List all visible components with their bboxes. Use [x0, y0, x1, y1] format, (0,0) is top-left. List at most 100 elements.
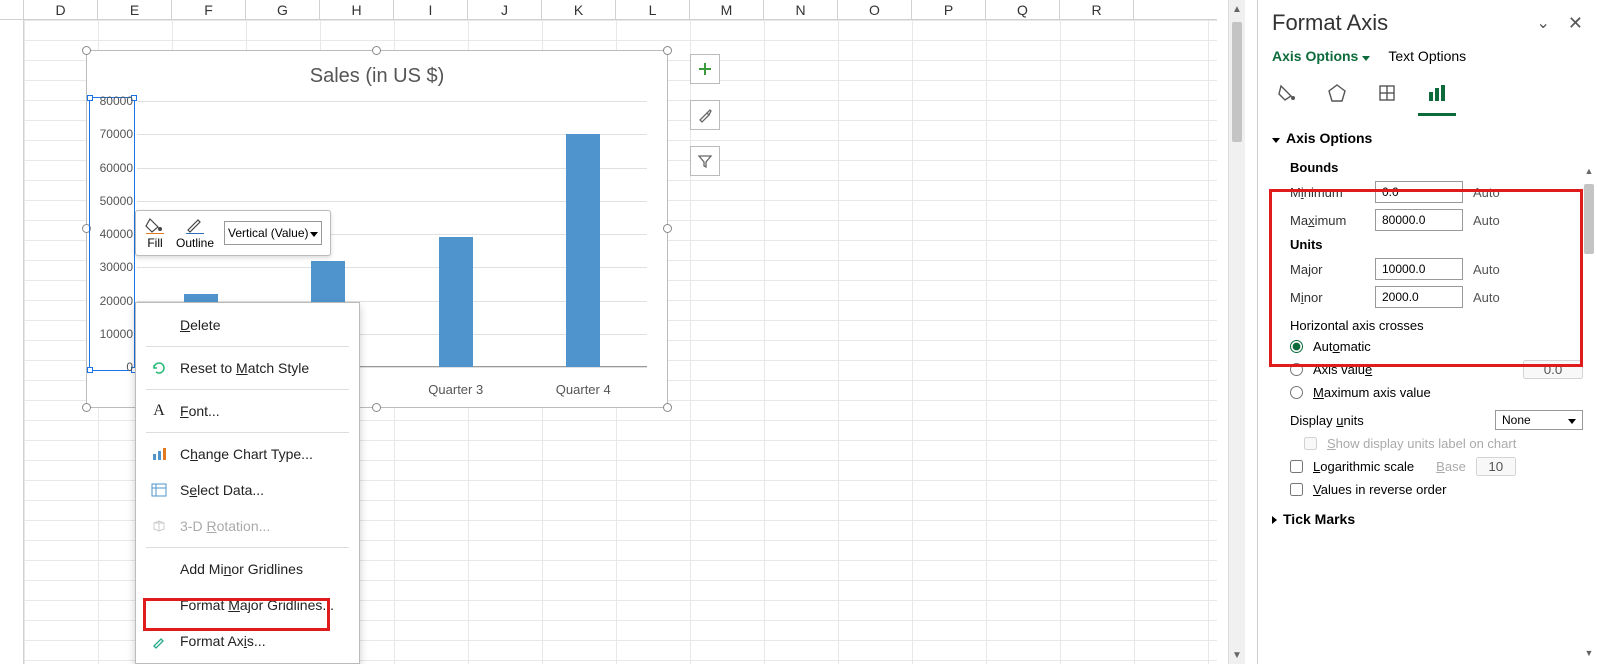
chevron-right-icon	[1272, 511, 1277, 527]
y-tick-label: 50000	[89, 194, 133, 208]
resize-handle[interactable]	[82, 46, 91, 55]
col-header[interactable]: Q	[986, 0, 1060, 19]
ctx-separator	[146, 389, 349, 390]
col-header[interactable]: F	[172, 0, 246, 19]
ctx-add-minor-gridlines[interactable]: Add Minor Gridlines	[136, 551, 359, 587]
tick-marks-section-toggle[interactable]: Tick Marks	[1272, 511, 1583, 527]
y-tick-label: 10000	[89, 327, 133, 341]
outline-button[interactable]: Outline	[176, 216, 214, 250]
collapse-pane-icon[interactable]: ⌄	[1537, 13, 1550, 34]
reset-icon	[150, 359, 168, 377]
col-header[interactable]: O	[838, 0, 912, 19]
row-header-spacer	[0, 0, 24, 19]
resize-handle[interactable]	[663, 403, 672, 412]
logarithmic-scale-checkbox[interactable]	[1290, 460, 1303, 473]
axis-selector-dropdown[interactable]: Vertical (Value)	[224, 221, 322, 245]
ctx-separator	[146, 432, 349, 433]
col-header[interactable]: N	[764, 0, 838, 19]
pane-scroll-thumb[interactable]	[1584, 184, 1594, 254]
col-header[interactable]: H	[320, 0, 394, 19]
funnel-icon	[697, 153, 713, 169]
y-tick-label: 40000	[89, 227, 133, 241]
ctx-format-axis[interactable]: Format Axis...	[136, 623, 359, 659]
col-header[interactable]: R	[1060, 0, 1134, 19]
select-data-icon	[150, 481, 168, 499]
axis-options-tab[interactable]: Axis Options	[1272, 48, 1370, 64]
values-reverse-checkbox[interactable]	[1290, 483, 1303, 496]
ctx-separator	[146, 346, 349, 347]
mini-toolbar: Fill Outline Vertical (Value)	[135, 210, 331, 256]
y-tick-label: 80000	[89, 94, 133, 108]
size-properties-icon[interactable]	[1372, 78, 1402, 108]
ctx-3d-rotation: 3-D Rotation...	[136, 508, 359, 544]
col-header[interactable]: P	[912, 0, 986, 19]
col-header[interactable]: K	[542, 0, 616, 19]
chart-title[interactable]: Sales (in US $)	[87, 65, 667, 88]
col-header[interactable]: D	[24, 0, 98, 19]
x-category-label: Quarter 3	[428, 382, 483, 397]
scroll-thumb[interactable]	[1232, 22, 1242, 142]
close-pane-icon[interactable]: ✕	[1568, 13, 1583, 34]
display-units-label: Display units	[1290, 413, 1410, 428]
col-header[interactable]: G	[246, 0, 320, 19]
ctx-format-major-gridlines[interactable]: Format Major Gridlines...	[136, 587, 359, 623]
ctx-select-data[interactable]: Select Data...	[136, 472, 359, 508]
annotation-highlight	[1269, 189, 1583, 367]
scroll-down-arrow[interactable]: ▼	[1229, 646, 1245, 664]
y-tick-label: 30000	[89, 260, 133, 274]
chart-styles-button[interactable]	[690, 100, 720, 130]
context-menu: Delete Reset to Match Style A Font... Ch…	[135, 302, 360, 664]
resize-handle[interactable]	[663, 224, 672, 233]
y-tick-label: 60000	[89, 161, 133, 175]
fill-label: Fill	[147, 236, 162, 250]
ctx-change-chart-type[interactable]: Change Chart Type...	[136, 436, 359, 472]
x-category-label: Quarter 4	[556, 382, 611, 397]
pane-title: Format Axis	[1272, 10, 1388, 36]
ctx-font[interactable]: A Font...	[136, 393, 359, 429]
y-tick-label: 70000	[89, 127, 133, 141]
col-header[interactable]: I	[394, 0, 468, 19]
scroll-up-arrow[interactable]: ▲	[1229, 0, 1245, 18]
bar-q4[interactable]	[566, 134, 600, 367]
ctx-delete[interactable]: Delete	[136, 307, 359, 343]
display-units-select[interactable]: None	[1495, 410, 1583, 430]
pane-scrollbar[interactable]: ▲ ▼	[1581, 166, 1597, 664]
gridline	[137, 101, 647, 102]
ctx-separator	[146, 547, 349, 548]
axis-selector-value: Vertical (Value)	[228, 226, 308, 240]
y-tick-label: 20000	[89, 294, 133, 308]
axis-options-section-toggle[interactable]: Axis Options	[1272, 130, 1583, 146]
fill-bucket-icon	[144, 216, 166, 234]
chart-filter-button[interactable]	[690, 146, 720, 176]
effects-icon[interactable]	[1322, 78, 1352, 108]
chart-elements-button[interactable]	[690, 54, 720, 84]
chevron-down-icon	[1568, 413, 1576, 427]
vertical-scrollbar[interactable]: ▲ ▼	[1228, 0, 1245, 664]
max-axis-value-radio[interactable]	[1290, 386, 1303, 399]
format-axis-pane: Format Axis ⌄ ✕ Axis Options Text Option…	[1257, 0, 1597, 664]
fill-button[interactable]: Fill	[144, 216, 166, 250]
ctx-reset-match-style[interactable]: Reset to Match Style	[136, 350, 359, 386]
outline-label: Outline	[176, 236, 214, 250]
resize-handle[interactable]	[663, 46, 672, 55]
bar-q3[interactable]	[439, 237, 473, 367]
font-icon: A	[150, 402, 168, 420]
show-display-units-checkbox	[1304, 437, 1317, 450]
resize-handle[interactable]	[82, 403, 91, 412]
axis-options-icon[interactable]	[1422, 78, 1452, 108]
col-header[interactable]: J	[468, 0, 542, 19]
text-options-tab[interactable]: Text Options	[1388, 48, 1466, 64]
col-header[interactable]: M	[690, 0, 764, 19]
fill-line-icon[interactable]	[1272, 78, 1302, 108]
col-header[interactable]: L	[616, 0, 690, 19]
column-headers: D E F G H I J K L M N O P Q R	[0, 0, 1217, 20]
resize-handle[interactable]	[372, 46, 381, 55]
chart-type-icon	[150, 445, 168, 463]
y-tick-label: 0	[89, 360, 133, 374]
outline-pen-icon	[184, 216, 206, 234]
resize-handle[interactable]	[372, 403, 381, 412]
cube-icon	[150, 517, 168, 535]
col-header[interactable]: E	[98, 0, 172, 19]
chevron-down-icon	[1272, 130, 1280, 146]
chevron-down-icon	[1362, 48, 1370, 64]
